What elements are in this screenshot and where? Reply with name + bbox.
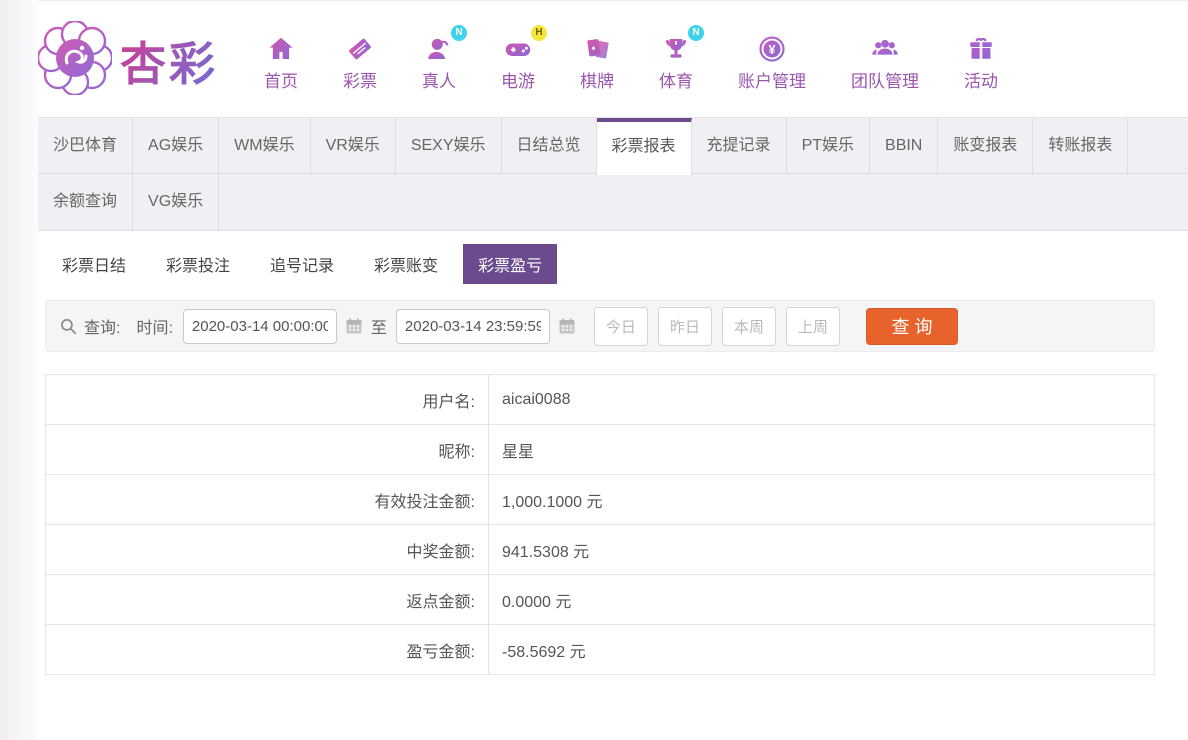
- tab-vg[interactable]: VG娱乐: [133, 174, 219, 231]
- tab-ag[interactable]: AG娱乐: [133, 118, 219, 175]
- row-value: 941.5308 元: [489, 525, 1155, 575]
- row-label: 返点金额:: [46, 575, 489, 625]
- site-header: 杏彩 首页 彩票: [38, 1, 1188, 117]
- coin-icon: ¥: [757, 30, 787, 64]
- search-icon: [59, 317, 78, 336]
- query-submit-button[interactable]: 查 询: [866, 308, 958, 345]
- table-row: 用户名: aicai0088: [46, 375, 1155, 425]
- row-label: 盈亏金额:: [46, 625, 489, 675]
- nav-label: 团队管理: [851, 67, 919, 92]
- tab-bbin[interactable]: BBIN: [870, 118, 938, 175]
- main-nav: 首页 彩票 N: [264, 30, 998, 92]
- nav-label: 真人: [422, 67, 456, 92]
- table-row: 盈亏金额: -58.5692 元: [46, 625, 1155, 675]
- category-tab-row-2: 余额查询 VG娱乐: [38, 174, 1188, 231]
- team-icon: [869, 30, 901, 64]
- nav-label: 电游: [501, 67, 535, 92]
- quick-yesterday-button[interactable]: 昨日: [658, 307, 712, 346]
- tab-sexy[interactable]: SEXY娱乐: [396, 118, 502, 175]
- row-value: 星星: [489, 425, 1155, 475]
- nav-item-live[interactable]: N 真人: [422, 30, 456, 92]
- time-label: 时间:: [136, 314, 172, 338]
- category-tab-bar: 沙巴体育 AG娱乐 WM娱乐 VR娱乐 SEXY娱乐 日结总览 彩票报表 充提记…: [38, 117, 1188, 231]
- tab-deposit-withdraw[interactable]: 充提记录: [692, 118, 787, 175]
- row-label: 中奖金额:: [46, 525, 489, 575]
- row-value: 0.0000 元: [489, 575, 1155, 625]
- report-tab-chase-records[interactable]: 追号记录: [255, 244, 349, 284]
- live-person-icon: N: [424, 30, 454, 64]
- table-row: 返点金额: 0.0000 元: [46, 575, 1155, 625]
- gift-icon: [966, 30, 996, 64]
- nav-label: 账户管理: [738, 67, 806, 92]
- tab-account-change-report[interactable]: 账变报表: [938, 118, 1033, 175]
- report-tab-lottery-account-change[interactable]: 彩票账变: [359, 244, 453, 284]
- row-value: aicai0088: [489, 375, 1155, 425]
- table-row: 有效投注金额: 1,000.1000 元: [46, 475, 1155, 525]
- start-time-input[interactable]: [183, 309, 337, 344]
- quick-today-button[interactable]: 今日: [594, 307, 648, 346]
- table-row: 中奖金额: 941.5308 元: [46, 525, 1155, 575]
- new-badge: N: [688, 25, 704, 41]
- start-calendar-icon[interactable]: [344, 316, 364, 336]
- nav-item-chess[interactable]: 棋牌: [580, 30, 614, 92]
- flower-logo-icon: [38, 21, 112, 100]
- report-tab-bar: 彩票日结 彩票投注 追号记录 彩票账变 彩票盈亏: [38, 231, 1188, 295]
- nav-label: 彩票: [343, 67, 377, 92]
- report-tab-lottery-bets[interactable]: 彩票投注: [151, 244, 245, 284]
- nav-label: 首页: [264, 67, 298, 92]
- nav-label: 活动: [964, 67, 998, 92]
- report-tab-lottery-daily[interactable]: 彩票日结: [47, 244, 141, 284]
- tab-daily-summary[interactable]: 日结总览: [502, 118, 597, 175]
- tab-wm[interactable]: WM娱乐: [219, 118, 310, 175]
- nav-item-account[interactable]: ¥ 账户管理: [738, 30, 806, 92]
- tab-balance-query[interactable]: 余额查询: [38, 174, 133, 231]
- brand-logo[interactable]: 杏彩: [38, 21, 218, 100]
- tab-transfer-report[interactable]: 转账报表: [1033, 118, 1128, 175]
- nav-item-egames[interactable]: H 电游: [501, 30, 535, 92]
- end-time-input[interactable]: [396, 309, 550, 344]
- category-tab-row-1: 沙巴体育 AG娱乐 WM娱乐 VR娱乐 SEXY娱乐 日结总览 彩票报表 充提记…: [38, 117, 1188, 174]
- nav-item-team[interactable]: 团队管理: [851, 30, 919, 92]
- row-label: 昵称:: [46, 425, 489, 475]
- tab-vr[interactable]: VR娱乐: [311, 118, 396, 175]
- brand-name: 杏彩: [120, 28, 218, 94]
- report-tab-lottery-profit[interactable]: 彩票盈亏: [463, 244, 557, 284]
- nav-label: 体育: [659, 67, 693, 92]
- home-icon: [266, 30, 296, 64]
- to-label: 至: [371, 314, 387, 338]
- end-calendar-icon[interactable]: [557, 316, 577, 336]
- gamepad-icon: H: [502, 30, 534, 64]
- cards-icon: [582, 30, 612, 64]
- quick-last-week-button[interactable]: 上周: [786, 307, 840, 346]
- profit-summary-table: 用户名: aicai0088 昵称: 星星 有效投注金额: 1,000.1000…: [45, 374, 1155, 675]
- row-value: -58.5692 元: [489, 625, 1155, 675]
- tab-saba-sports[interactable]: 沙巴体育: [38, 118, 133, 175]
- tab-lottery-report[interactable]: 彩票报表: [597, 118, 692, 175]
- trophy-icon: N: [661, 30, 691, 64]
- query-bar: 查询: 时间: 至 今日 昨日 本周 上周 查 询: [45, 300, 1155, 352]
- tab-pt[interactable]: PT娱乐: [787, 118, 870, 175]
- query-label: 查询:: [84, 314, 120, 338]
- quick-this-week-button[interactable]: 本周: [722, 307, 776, 346]
- lottery-ticket-icon: [345, 30, 375, 64]
- hot-badge: H: [531, 25, 547, 41]
- new-badge: N: [451, 25, 467, 41]
- nav-label: 棋牌: [580, 67, 614, 92]
- nav-item-activity[interactable]: 活动: [964, 30, 998, 92]
- table-row: 昵称: 星星: [46, 425, 1155, 475]
- page-container: 杏彩 首页 彩票: [38, 0, 1188, 675]
- nav-item-home[interactable]: 首页: [264, 30, 298, 92]
- row-value: 1,000.1000 元: [489, 475, 1155, 525]
- svg-text:¥: ¥: [769, 42, 776, 56]
- nav-item-sports[interactable]: N 体育: [659, 30, 693, 92]
- row-label: 用户名:: [46, 375, 489, 425]
- nav-item-lottery[interactable]: 彩票: [343, 30, 377, 92]
- row-label: 有效投注金额:: [46, 475, 489, 525]
- page-left-gutter: [0, 0, 38, 740]
